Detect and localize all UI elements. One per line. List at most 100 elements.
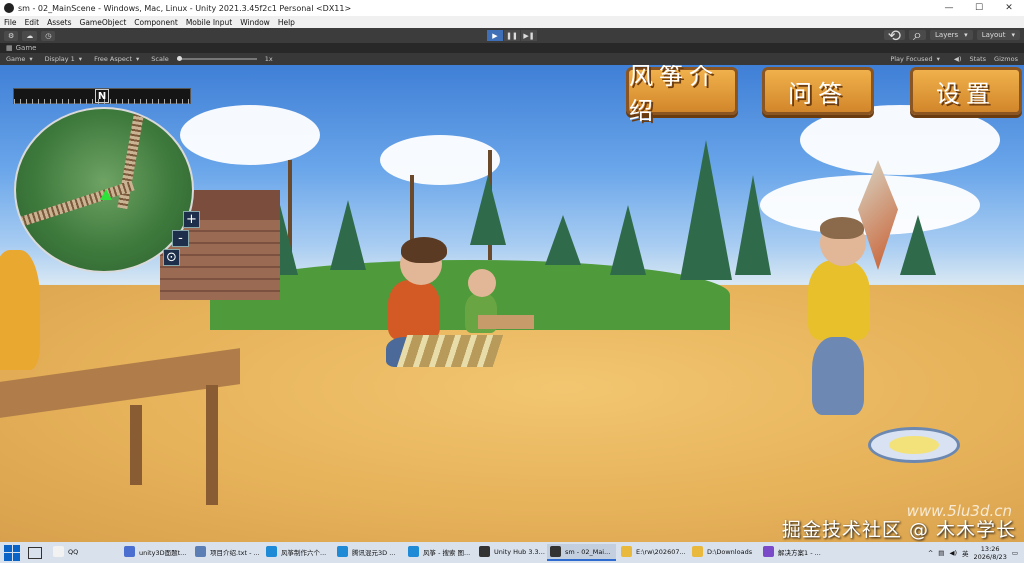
minimap-zoom-out-button[interactable]: -: [172, 230, 189, 247]
minimap-locate-button[interactable]: ⊙: [163, 249, 180, 266]
minimize-button[interactable]: —: [934, 3, 964, 13]
app-icon: [479, 546, 490, 557]
scale-slider[interactable]: [176, 56, 257, 61]
task-view-icon[interactable]: [28, 546, 42, 559]
kite-intro-button[interactable]: 风筝介绍: [626, 65, 738, 125]
compass-north: N: [95, 89, 109, 103]
taskbar-app-item[interactable]: 腾讯混元3D ...: [334, 544, 403, 561]
quiz-button[interactable]: 问答: [762, 67, 874, 115]
taskbar-app-label: D:\Downloads: [707, 547, 753, 556]
undo-history-button[interactable]: ⟲: [883, 26, 906, 45]
taskbar-app-item[interactable]: QQ: [50, 544, 119, 561]
chevron-down-icon: ▾: [136, 55, 140, 63]
window-titlebar: sm - 02_MainScene - Windows, Mac, Linux …: [0, 0, 1024, 16]
cloud-button[interactable]: ☁: [22, 30, 38, 41]
layout-label: Layout: [981, 31, 1006, 39]
tab-game[interactable]: Game: [16, 44, 37, 52]
collab-icon: ◷: [45, 31, 52, 40]
taskbar-app-item[interactable]: unity3D面题t...: [121, 544, 190, 561]
app-icon: [692, 546, 703, 557]
search-button[interactable]: ⌕: [909, 25, 926, 44]
clock-time: 13:26: [980, 544, 1000, 553]
taskbar-app-item[interactable]: 风筝 - 搜索 图...: [405, 544, 474, 561]
ime-indicator[interactable]: 英: [962, 548, 969, 558]
taskbar-app-item[interactable]: 解决方案1 - ...: [760, 544, 829, 561]
aspect-dropdown[interactable]: Free Aspect ▾: [88, 55, 145, 63]
collab-button[interactable]: ◷: [41, 30, 56, 41]
taskbar-app-label: QQ: [68, 547, 79, 556]
menu-mobile-input[interactable]: Mobile Input: [182, 18, 236, 27]
cloud: [180, 105, 320, 165]
gizmos-toggle[interactable]: Gizmos: [994, 55, 1018, 63]
pine-tree: [545, 215, 581, 265]
game-viewport[interactable]: 风筝介绍 问答 设置 N + - ⊙ www.5lu3d.cn 掘金技术社区 @…: [0, 65, 1024, 542]
scale-control: Scale 1x: [145, 55, 278, 63]
kid-head: [468, 269, 496, 297]
network-icon[interactable]: ▤: [938, 549, 944, 557]
play-mode-label: Play Focused: [890, 55, 933, 63]
table-leg: [206, 385, 218, 505]
menu-bar: File Edit Assets GameObject Component Mo…: [0, 16, 1024, 28]
account-button[interactable]: ⚙: [4, 30, 19, 41]
windows-start-button[interactable]: [4, 544, 20, 561]
windows-taskbar: QQ unity3D面题t... 项目介绍.txt - ... 风筝制作六个... 腾讯…: [0, 542, 1024, 563]
toolbar-right: ⟲ ⌕ Layers ▾ Layout ▾: [880, 25, 1020, 45]
scale-value: 1x: [264, 55, 273, 63]
display-dropdown[interactable]: Display 1 ▾: [39, 55, 88, 63]
volume-icon[interactable]: ◀): [949, 549, 957, 557]
kid-hair: [820, 217, 864, 239]
menu-assets[interactable]: Assets: [43, 18, 75, 27]
scale-slider-thumb[interactable]: [176, 56, 182, 61]
kid-seated-orange: [388, 280, 440, 340]
chevron-down-icon: ▾: [78, 55, 83, 63]
settings-button[interactable]: 设置: [910, 67, 1022, 115]
app-icon: [124, 546, 135, 557]
clock-date: 2026/8/23: [973, 552, 1007, 561]
play-button[interactable]: ▶: [487, 30, 503, 41]
maximize-button[interactable]: ☐: [964, 3, 994, 13]
taskbar-app-label: E:\rw\202607...: [636, 547, 686, 556]
taskbar-clock[interactable]: 13:26 2026/8/23: [974, 545, 1007, 561]
unity-icon: [4, 3, 14, 13]
game-tab-bar: ▦ Game: [0, 43, 1024, 53]
taskbar-app-item[interactable]: D:\Downloads: [689, 544, 758, 561]
layers-dropdown[interactable]: Layers ▾: [930, 30, 973, 40]
stats-toggle[interactable]: Stats: [969, 55, 986, 63]
menu-window[interactable]: Window: [236, 18, 274, 27]
menu-component[interactable]: Component: [130, 18, 182, 27]
play-mode-dropdown[interactable]: Play Focused ▾: [884, 55, 946, 63]
menu-help[interactable]: Help: [274, 18, 299, 27]
app-icon: [266, 546, 277, 557]
pause-button[interactable]: ❚❚: [504, 30, 520, 41]
mute-audio-icon[interactable]: ◀): [954, 55, 962, 63]
menu-gameobject[interactable]: GameObject: [76, 18, 131, 27]
tray-chevron-icon[interactable]: ^: [928, 549, 933, 557]
taskbar-app-label: sm - 02_Mai...: [565, 547, 611, 556]
taskbar-app-item[interactable]: 风筝制作六个...: [263, 544, 332, 561]
menu-file[interactable]: File: [0, 18, 21, 27]
minimap-zoom-in-button[interactable]: +: [183, 211, 200, 228]
aspect-label: Free Aspect: [94, 55, 133, 63]
taskbar-app-item[interactable]: Unity Hub 3.3...: [476, 544, 545, 561]
play-icon: ▶: [492, 31, 498, 40]
small-table: [478, 315, 534, 329]
menu-edit[interactable]: Edit: [21, 18, 44, 27]
taskbar-app-item[interactable]: E:\rw\202607...: [618, 544, 687, 561]
app-icon: [53, 546, 64, 557]
app-icon: [408, 546, 419, 557]
compass-bar: N: [13, 88, 191, 104]
scale-label: Scale: [151, 55, 169, 63]
taskbar-app-item[interactable]: sm - 02_Mai...: [547, 544, 616, 561]
notification-icon[interactable]: ▭: [1012, 549, 1018, 557]
play-controls: ▶ ❚❚ ▶❚: [487, 30, 538, 41]
window-title: sm - 02_MainScene - Windows, Mac, Linux …: [18, 3, 352, 13]
view-mode-label: Game: [6, 55, 26, 63]
close-button[interactable]: ✕: [994, 3, 1024, 13]
chevron-down-icon: ▾: [936, 55, 940, 63]
taskbar-app-item[interactable]: 项目介绍.txt - ...: [192, 544, 261, 561]
layout-dropdown[interactable]: Layout ▾: [976, 30, 1020, 40]
table-leg: [130, 405, 142, 485]
chevron-down-icon: ▾: [964, 31, 968, 39]
view-mode-dropdown[interactable]: Game ▾: [0, 55, 39, 63]
step-button[interactable]: ▶❚: [521, 30, 537, 41]
